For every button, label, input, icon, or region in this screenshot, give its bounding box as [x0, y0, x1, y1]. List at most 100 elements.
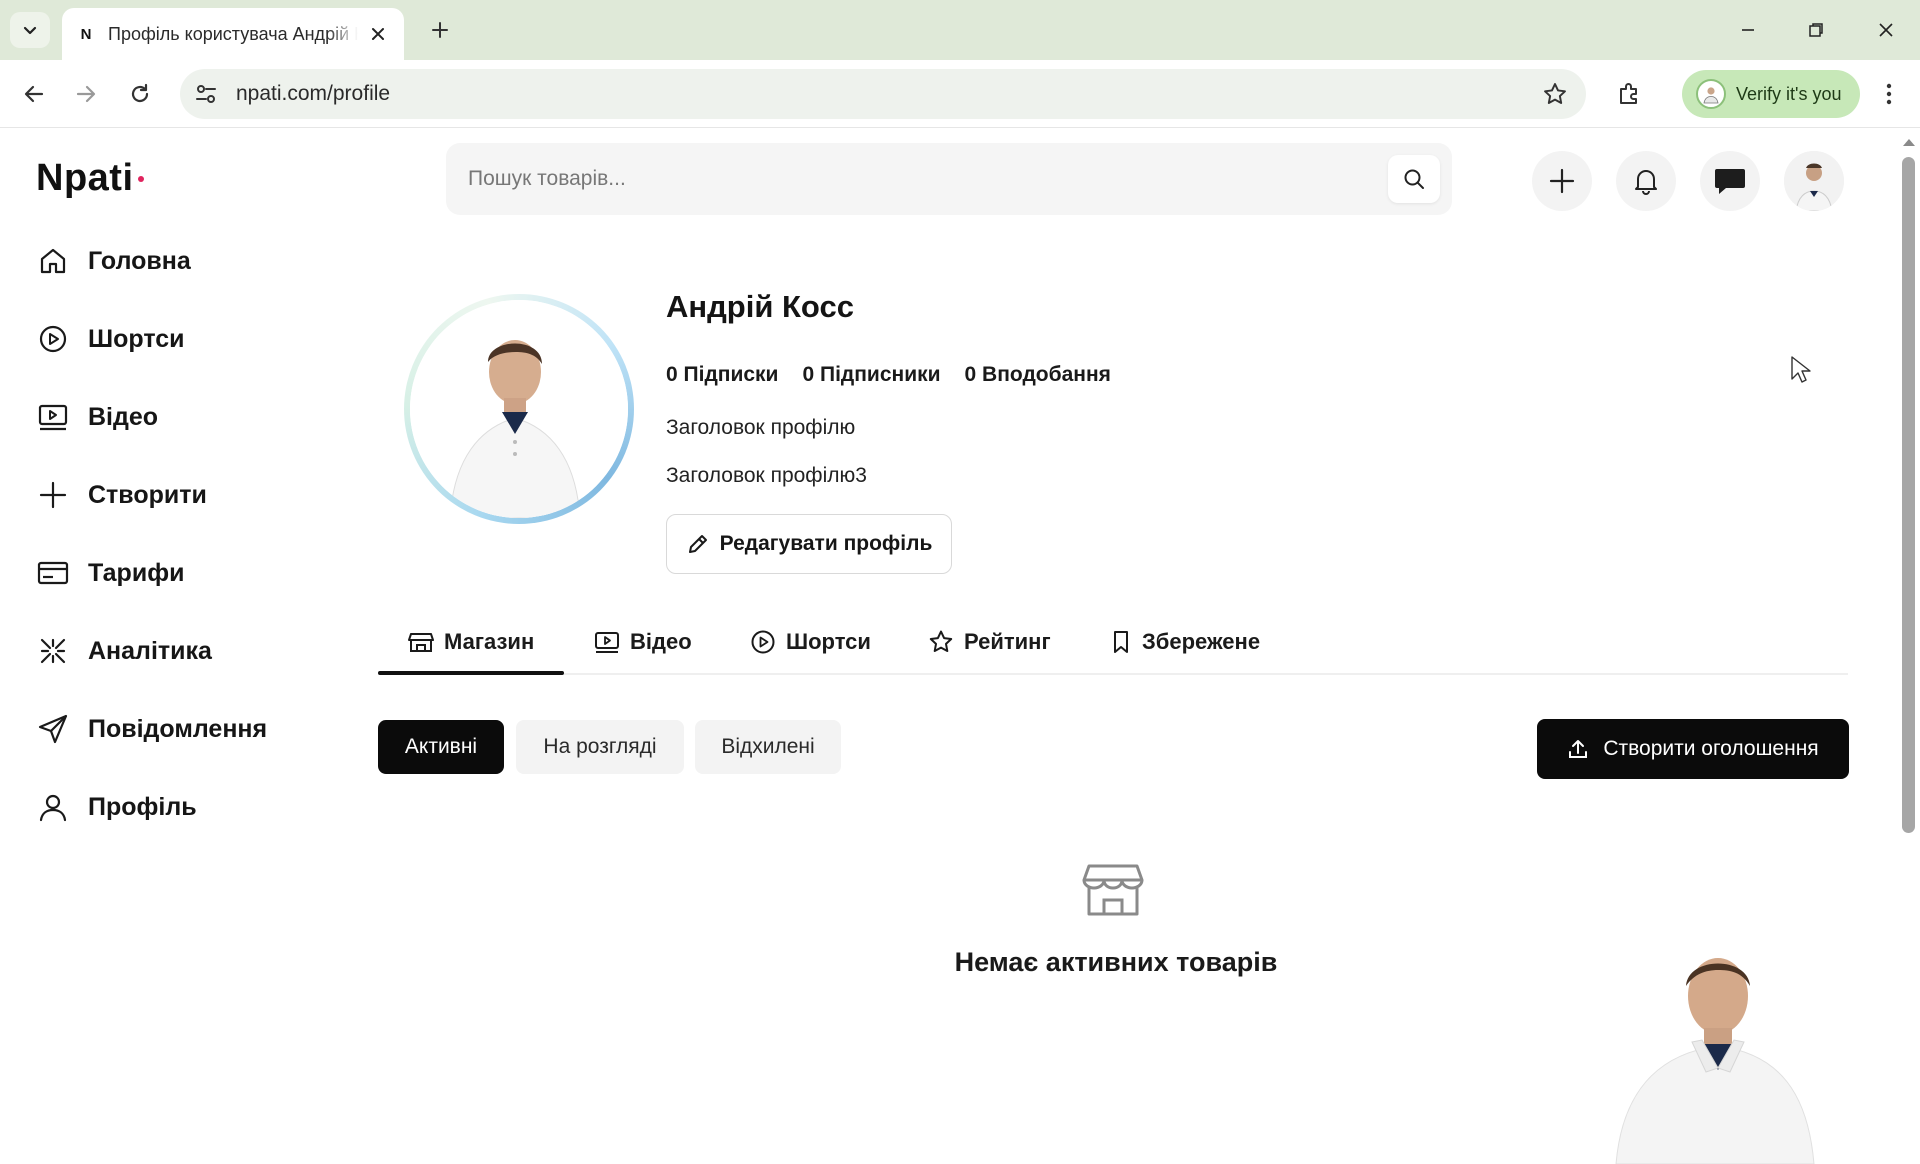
account-avatar-icon: [1696, 79, 1726, 109]
search-input[interactable]: [468, 161, 1368, 197]
tab-close-button[interactable]: [366, 22, 390, 46]
browser-tab-active[interactable]: N Профіль користувача Андрій Косс: [62, 8, 404, 60]
sidebar-item-shorts[interactable]: Шортси: [36, 317, 336, 361]
tab-store[interactable]: Магазин: [408, 609, 534, 675]
scroll-up-arrow-icon[interactable]: [1902, 137, 1916, 147]
store-icon: [408, 633, 434, 652]
create-button[interactable]: [1532, 151, 1592, 211]
browser-tab-bar: N Профіль користувача Андрій Косс: [0, 0, 1920, 60]
browser-menu-button[interactable]: [1874, 78, 1904, 110]
bell-icon: [1635, 170, 1657, 195]
sidebar-item-label: Профіль: [88, 792, 197, 821]
verify-label: Verify it's you: [1736, 83, 1842, 104]
tab-label: Рейтинг: [964, 629, 1051, 654]
logo-dot: [138, 176, 144, 182]
mouse-cursor-icon: [1791, 356, 1811, 383]
star-icon: [929, 630, 953, 652]
restore-button[interactable]: [1796, 10, 1836, 50]
card-icon: [36, 556, 70, 590]
profile-stats: 0 Підписки 0 Підписники 0 Вподобання: [666, 363, 1111, 387]
sidebar-item-label: Відео: [88, 402, 159, 431]
create-listing-button[interactable]: Створити оголошення: [1537, 719, 1849, 779]
sidebar-item-label: Тарифи: [88, 558, 185, 587]
bookmark-star-icon[interactable]: [1542, 81, 1568, 107]
profile-name: Андрій Косс: [666, 289, 854, 324]
sidebar-item-label: Повідомлення: [88, 714, 268, 743]
sidebar-item-video[interactable]: Відео: [36, 395, 336, 439]
sidebar-item-messages[interactable]: Повідомлення: [36, 707, 336, 751]
profile-headline-secondary: Заголовок профілю3: [666, 464, 867, 487]
tab-video[interactable]: Відео: [594, 609, 692, 675]
followers-count[interactable]: 0 Підписники: [802, 363, 940, 387]
play-circle-icon: [36, 322, 70, 356]
avatar-photo-icon: [1784, 151, 1844, 211]
messages-button[interactable]: [1700, 151, 1760, 211]
pencil-icon: [688, 535, 707, 553]
close-window-button[interactable]: [1866, 10, 1906, 50]
notifications-button[interactable]: [1616, 151, 1676, 211]
edit-profile-button[interactable]: Редагувати профіль: [666, 514, 952, 574]
active-tab-indicator: [378, 671, 564, 675]
arrow-left-icon: [24, 85, 44, 103]
filter-rejected[interactable]: Відхилені: [695, 720, 841, 774]
sidebar-item-label: Аналітика: [88, 636, 212, 665]
search-icon: [1404, 169, 1424, 189]
tab-label: Відео: [630, 629, 692, 654]
home-icon: [36, 244, 70, 278]
extensions-button[interactable]: [1612, 77, 1646, 111]
likes-count: 0 Вподобання: [964, 363, 1111, 386]
video-icon: [595, 632, 619, 653]
chat-bubble-icon: [1715, 169, 1745, 194]
sidebar-item-create[interactable]: Створити: [36, 473, 336, 517]
reload-icon: [131, 83, 149, 103]
minimize-button[interactable]: [1728, 10, 1768, 50]
profile-photo: [410, 300, 628, 518]
address-bar[interactable]: npati.com/profile: [180, 69, 1586, 119]
tab-label: Збережене: [1142, 629, 1261, 654]
sidebar-item-profile[interactable]: Профіль: [36, 785, 336, 829]
back-button[interactable]: [16, 76, 52, 112]
person-photo-icon: [410, 300, 628, 518]
create-listing-label: Створити оголошення: [1603, 737, 1819, 760]
url-text[interactable]: npati.com/profile: [236, 82, 390, 106]
filter-active[interactable]: Активні: [378, 720, 504, 774]
empty-store-icon: [1082, 864, 1144, 916]
video-icon: [36, 400, 70, 434]
tab-shorts[interactable]: Шортси: [750, 609, 871, 675]
site-settings-icon[interactable]: [194, 82, 218, 106]
upload-icon: [1569, 740, 1588, 758]
profile-tabs: Магазин Відео Шортси Рейтинг Збережене: [378, 609, 1848, 675]
search-button[interactable]: [1388, 155, 1440, 203]
reload-button[interactable]: [122, 76, 158, 112]
filter-in-review[interactable]: На розгляді: [516, 720, 684, 774]
edit-profile-label: Редагувати профіль: [719, 532, 933, 555]
restore-icon: [1809, 23, 1823, 37]
close-icon: [372, 28, 384, 40]
analytics-icon: [36, 634, 70, 668]
bookmark-icon: [1114, 631, 1128, 653]
page-viewport: Npati Головна Шортси: [0, 129, 1920, 1164]
empty-state-message: Немає активних товарів: [954, 947, 1278, 977]
user-icon: [36, 790, 70, 824]
forward-button[interactable]: [68, 76, 104, 112]
sidebar-item-home[interactable]: Головна: [36, 239, 336, 283]
sidebar-item-plans[interactable]: Тарифи: [36, 551, 336, 595]
verify-identity-button[interactable]: Verify it's you: [1682, 70, 1860, 118]
sidebar-item-label: Створити: [88, 480, 207, 509]
puzzle-icon: [1620, 83, 1637, 104]
tab-search-button[interactable]: [10, 12, 50, 48]
sidebar-item-analytics[interactable]: Аналітика: [36, 629, 336, 673]
minimize-icon: [1742, 29, 1754, 31]
scrollbar-thumb[interactable]: [1902, 157, 1915, 833]
tab-rating[interactable]: Рейтинг: [928, 609, 1051, 675]
presenter-video-overlay: [1606, 934, 1816, 1164]
profile-avatar[interactable]: [404, 294, 634, 524]
app-logo[interactable]: Npati: [36, 157, 134, 200]
product-search: [446, 143, 1452, 215]
following-count[interactable]: 0 Підписки: [666, 363, 778, 387]
tab-saved[interactable]: Збережене: [1110, 609, 1260, 675]
plus-icon: [36, 478, 70, 512]
favicon-icon: N: [80, 25, 92, 43]
user-avatar[interactable]: [1784, 151, 1844, 211]
new-tab-button[interactable]: [424, 14, 456, 46]
